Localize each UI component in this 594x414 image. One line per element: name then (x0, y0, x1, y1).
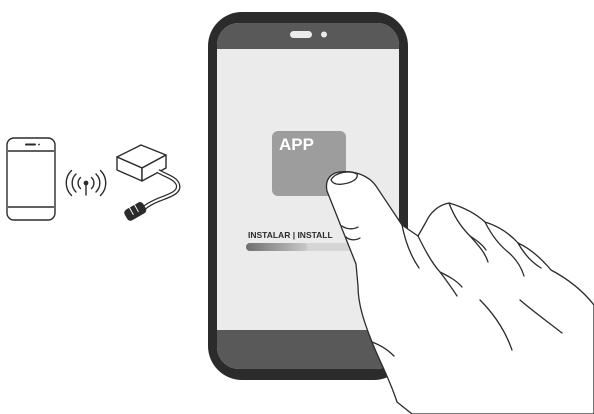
smartphone-icon (6, 137, 56, 221)
app-tile-label: APP (279, 135, 314, 154)
install-progress-fill (246, 243, 308, 251)
speaker-slot (290, 31, 312, 38)
wireless-signal-icon (65, 169, 107, 197)
front-camera (321, 31, 327, 38)
receiver-box-icon (116, 144, 181, 221)
install-label: INSTALAR | INSTALL (248, 230, 333, 240)
install-app-diagram: APP INSTALAR | INSTALL (6, 12, 594, 414)
